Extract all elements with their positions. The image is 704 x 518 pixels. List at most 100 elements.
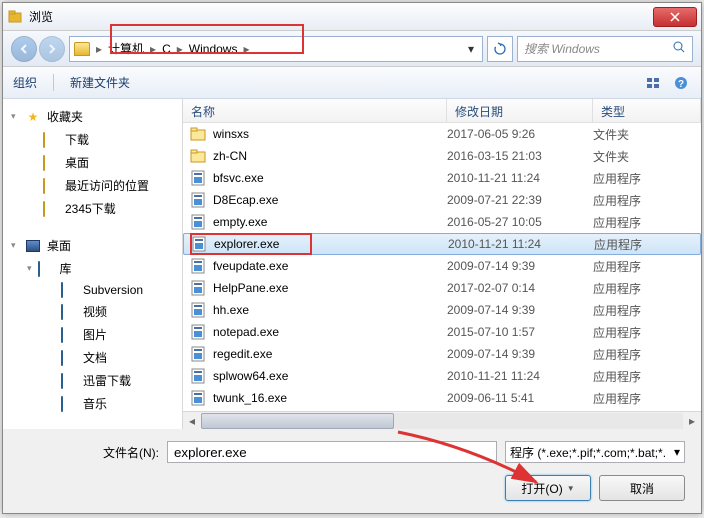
file-type: 应用程序 (594, 236, 700, 253)
breadcrumb-segment[interactable]: C (158, 37, 175, 61)
column-date[interactable]: 修改日期 (447, 99, 593, 122)
file-row[interactable]: notepad.exe2015-07-10 1:57应用程序 (183, 321, 701, 343)
file-icon (183, 368, 213, 384)
library-label: 库 (60, 260, 72, 277)
sidebar-item[interactable]: 下载 (3, 128, 182, 151)
sidebar-item-label: 视频 (83, 303, 107, 320)
nav-forward-button[interactable] (39, 36, 65, 62)
scroll-right-icon[interactable]: ▸ (683, 413, 701, 429)
back-arrow-icon (18, 43, 30, 55)
file-name: hh.exe (213, 303, 447, 317)
file-row[interactable]: HelpPane.exe2017-02-07 0:14应用程序 (183, 277, 701, 299)
file-date: 2009-06-11 5:41 (447, 391, 593, 405)
sidebar-item[interactable]: 桌面 (3, 151, 182, 174)
open-button[interactable]: 打开(O) ▼ (505, 475, 591, 501)
file-icon (183, 149, 213, 163)
file-row[interactable]: fveupdate.exe2009-07-14 9:39应用程序 (183, 255, 701, 277)
favorites-group[interactable]: ▾ ★ 收藏夹 (3, 105, 182, 128)
file-date: 2017-06-05 9:26 (447, 127, 593, 141)
scroll-left-icon[interactable]: ◂ (183, 413, 201, 429)
file-row[interactable]: hh.exe2009-07-14 9:39应用程序 (183, 299, 701, 321)
filename-input[interactable] (167, 441, 497, 463)
folder-icon (43, 155, 45, 171)
window-title: 浏览 (29, 8, 653, 25)
file-row[interactable]: twunk_16.exe2009-06-11 5:41应用程序 (183, 387, 701, 409)
sidebar-item[interactable]: 视频 (3, 300, 182, 323)
file-icon (183, 346, 213, 362)
app-icon (7, 9, 23, 25)
column-name[interactable]: 名称 (183, 99, 447, 122)
sidebar-item[interactable]: 最近访问的位置 (3, 174, 182, 197)
help-button[interactable]: ? (671, 73, 691, 93)
collapse-icon: ▾ (27, 263, 32, 274)
sidebar-item[interactable]: 图片 (3, 323, 182, 346)
file-date: 2016-05-27 10:05 (447, 215, 593, 229)
cancel-button[interactable]: 取消 (599, 475, 685, 501)
library-item-icon (61, 282, 63, 298)
address-bar: ▸ 计算机 ▸ C ▸ Windows ▸ ▾ 搜索 Windows (3, 31, 701, 67)
sidebar-item[interactable]: 2345下载 (3, 197, 182, 220)
organize-menu[interactable]: 组织 (13, 74, 54, 91)
sidebar-item[interactable]: 迅雷下载 (3, 369, 182, 392)
folder-icon (43, 132, 45, 148)
scrollbar-thumb[interactable] (201, 413, 394, 429)
search-icon (673, 41, 686, 57)
desktop-group[interactable]: ▾ 桌面 (3, 234, 182, 257)
file-row[interactable]: regedit.exe2009-07-14 9:39应用程序 (183, 343, 701, 365)
file-row[interactable]: bfsvc.exe2010-11-21 11:24应用程序 (183, 167, 701, 189)
sidebar-item-label: 2345下载 (65, 200, 116, 217)
file-name: bfsvc.exe (213, 171, 447, 185)
scrollbar-track[interactable] (201, 413, 683, 429)
desktop-label: 桌面 (47, 237, 71, 254)
navigation-pane[interactable]: ▾ ★ 收藏夹 下载桌面最近访问的位置2345下载 ▾ 桌面 ▾ 库 Subve… (3, 99, 183, 429)
file-name: zh-CN (213, 149, 447, 163)
search-input[interactable]: 搜索 Windows (517, 36, 693, 62)
file-icon (184, 236, 214, 252)
collapse-icon: ▾ (11, 111, 16, 122)
horizontal-scrollbar[interactable]: ◂ ▸ (183, 411, 701, 429)
dropdown-icon: ▼ (567, 484, 575, 493)
file-icon (183, 258, 213, 274)
file-icon (183, 170, 213, 186)
chevron-right-icon: ▸ (94, 42, 104, 56)
file-type: 应用程序 (593, 302, 701, 319)
filename-label: 文件名(N): (19, 444, 159, 461)
close-button[interactable] (653, 7, 697, 27)
folder-icon (43, 201, 45, 217)
new-folder-button[interactable]: 新建文件夹 (70, 74, 130, 91)
file-row[interactable]: winsxs2017-06-05 9:26文件夹 (183, 123, 701, 145)
sidebar-item[interactable]: 音乐 (3, 392, 182, 415)
breadcrumb-segment[interactable]: Windows (185, 37, 242, 61)
chevron-down-icon[interactable]: ▾ (464, 42, 478, 56)
filetype-filter[interactable]: 程序 (*.exe;*.pif;*.com;*.bat;*. ▾ (505, 441, 685, 463)
file-type: 应用程序 (593, 258, 701, 275)
file-row[interactable]: zh-CN2016-03-15 21:03文件夹 (183, 145, 701, 167)
open-button-label: 打开(O) (521, 480, 562, 497)
file-row[interactable]: empty.exe2016-05-27 10:05应用程序 (183, 211, 701, 233)
file-date: 2009-07-14 9:39 (447, 303, 593, 317)
file-date: 2009-07-14 9:39 (447, 347, 593, 361)
library-item-icon (61, 350, 63, 366)
file-row[interactable]: explorer.exe2010-11-21 11:24应用程序 (183, 233, 701, 255)
file-row[interactable]: splwow64.exe2010-11-21 11:24应用程序 (183, 365, 701, 387)
filter-text: 程序 (*.exe;*.pif;*.com;*.bat;*. (510, 444, 674, 461)
file-list: 名称 修改日期 类型 winsxs2017-06-05 9:26文件夹zh-CN… (183, 99, 701, 429)
sidebar-item-label: 迅雷下载 (83, 372, 131, 389)
library-item-icon (61, 396, 63, 412)
file-date: 2009-07-21 22:39 (447, 193, 593, 207)
file-name: splwow64.exe (213, 369, 447, 383)
sidebar-item[interactable]: Subversion (3, 280, 182, 300)
breadcrumb-segment[interactable]: 计算机 (104, 37, 148, 61)
file-list-body[interactable]: winsxs2017-06-05 9:26文件夹zh-CN2016-03-15 … (183, 123, 701, 411)
column-type[interactable]: 类型 (593, 99, 701, 122)
view-options-button[interactable] (643, 73, 663, 93)
nav-back-button[interactable] (11, 36, 37, 62)
file-type: 应用程序 (593, 346, 701, 363)
tree-item-library[interactable]: ▾ 库 (3, 257, 182, 280)
file-type: 文件夹 (593, 148, 701, 165)
breadcrumb[interactable]: ▸ 计算机 ▸ C ▸ Windows ▸ ▾ (69, 36, 483, 62)
refresh-button[interactable] (487, 36, 513, 62)
sidebar-item[interactable]: 文档 (3, 346, 182, 369)
file-row[interactable]: D8Ecap.exe2009-07-21 22:39应用程序 (183, 189, 701, 211)
file-date: 2017-02-07 0:14 (447, 281, 593, 295)
